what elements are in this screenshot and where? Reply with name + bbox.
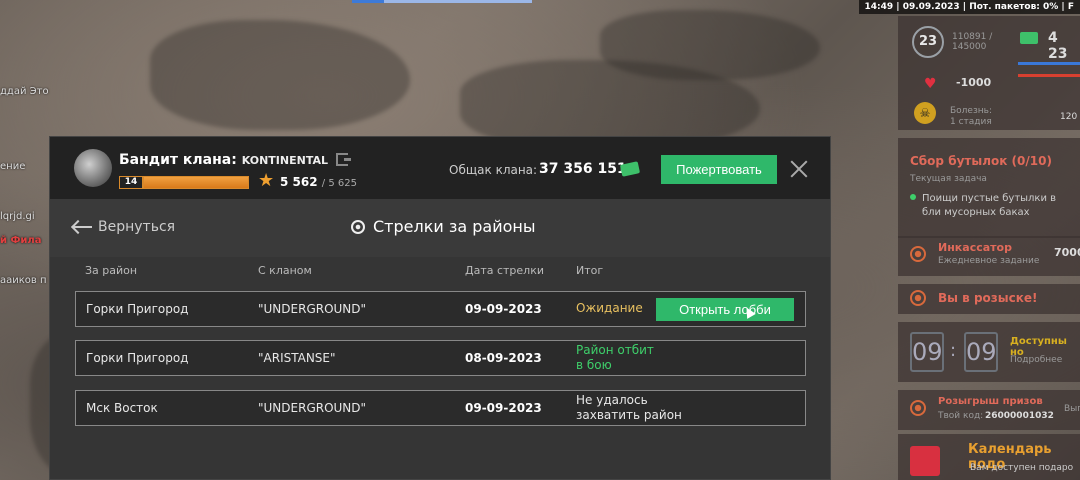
column-header-date: Дата стрелки <box>465 264 545 277</box>
treasury-value: 37 356 151 <box>539 161 627 177</box>
collector-task[interactable]: Инкассатор Ежедневное задание 7000 <box>898 236 1080 276</box>
timer-minutes: 09 <box>964 332 998 372</box>
player-level: 23 <box>912 26 944 58</box>
row-date: 09-09-2023 <box>465 302 542 316</box>
quest-panel[interactable]: Сбор бутылок (0/10) Текущая задача Поищи… <box>898 138 1080 238</box>
timer-panel: 09 : 09 Доступны но Подробнее <box>898 322 1080 382</box>
row-clan: "UNDERGROUND" <box>258 401 367 415</box>
column-header-result: Итог <box>576 264 604 277</box>
quest-subtitle: Текущая задача <box>910 174 987 184</box>
money-icon <box>619 161 641 177</box>
prizes-extra: Вып <box>1064 404 1080 414</box>
clan-avatar <box>74 149 112 187</box>
row-clan: "ARISTANSE" <box>258 351 336 365</box>
prizes-panel[interactable]: Розыгрыш призов Твой код: 26000001032 Вы… <box>898 390 1080 430</box>
back-arrow-icon <box>72 220 92 234</box>
collector-subtitle: Ежедневное задание <box>938 256 1040 266</box>
player-money: 4 23 <box>1048 30 1068 62</box>
disease-stage: 1 стадия <box>950 117 992 127</box>
top-progress-line-light <box>384 0 532 3</box>
column-header-clan: С кланом <box>258 264 312 277</box>
health-bar <box>1018 62 1080 65</box>
row-district: Мск Восток <box>86 401 158 415</box>
quest-desc: Поищи пустые бутылки в бли мусорных бака… <box>922 193 1057 218</box>
row-status: Район отбит в бою <box>576 343 654 372</box>
wanted-title: Вы в розыске! <box>938 291 1038 305</box>
clan-xp-fill <box>144 177 248 188</box>
disease-value: 120 <box>1060 112 1078 122</box>
wanted-icon <box>910 290 926 306</box>
wanted-panel[interactable]: Вы в розыске! <box>898 284 1080 314</box>
calendar-sub: Вам доступен подаро <box>970 463 1074 473</box>
timer-hours: 09 <box>910 332 944 372</box>
money-icon <box>1020 32 1038 44</box>
clan-level-badge: 14 <box>119 176 143 189</box>
crosshair-icon <box>351 220 365 234</box>
collector-icon <box>910 246 926 262</box>
hunger-bar <box>1018 74 1080 77</box>
chat-line: lqrjd.gi <box>0 211 35 222</box>
chat-line: ддай Это <box>0 86 49 97</box>
back-button[interactable]: Вернуться <box>72 219 175 235</box>
collector-title: Инкассатор <box>938 241 1012 254</box>
star-icon: ★ <box>258 170 275 191</box>
subheader: Вернуться Стрелки за районы <box>50 199 830 257</box>
gift-icon <box>910 446 940 476</box>
quest-bullet-icon <box>910 194 916 200</box>
panel-header: Бандит клана: KONTINENTAL 14 ★ 5 562 / 5… <box>50 137 830 199</box>
back-label: Вернуться <box>98 219 176 235</box>
disease-label: Болезнь: <box>950 106 992 116</box>
clan-name: KONTINENTAL <box>241 154 328 167</box>
prizes-code-label: Твой код: <box>938 411 984 421</box>
table-row: Горки Пригород "UNDERGROUND" 09-09-2023 … <box>75 291 806 327</box>
close-icon[interactable] <box>789 159 809 179</box>
treasury-label: Общак клана: <box>449 163 538 177</box>
prizes-icon <box>910 400 926 416</box>
hud-stats: 23 110891 / 145000 4 23 ♥ -1000 ☠ Болезн… <box>898 16 1080 130</box>
clan-war-panel: Бандит клана: KONTINENTAL 14 ★ 5 562 / 5… <box>49 136 831 480</box>
row-status: Не удалось захватить район <box>576 393 682 422</box>
timer-separator: : <box>950 340 957 361</box>
row-district: Горки Пригород <box>86 351 189 365</box>
health-change: -1000 <box>956 76 992 89</box>
table-row: Мск Восток "UNDERGROUND" 09-09-2023 Не у… <box>75 390 806 426</box>
clan-label: Бандит клана: <box>119 152 237 168</box>
clan-xp-current: 5 562 <box>280 175 318 189</box>
prizes-title: Розыгрыш призов <box>938 396 1043 407</box>
clan-xp-bar <box>143 176 249 189</box>
skull-icon: ☠ <box>914 102 936 124</box>
prizes-code: 26000001032 <box>985 411 1054 421</box>
player-xp: 110891 / 145000 <box>952 32 993 52</box>
clan-xp-value: 5 562 / 5 625 <box>280 175 357 189</box>
column-header-district: За район <box>85 264 138 277</box>
quest-title: Сбор бутылок (0/10) <box>910 154 1052 168</box>
row-status: Ожидание <box>576 301 643 315</box>
calendar-panel[interactable]: Календарь подо Вам доступен подаро <box>898 434 1080 480</box>
heart-icon: ♥ <box>924 76 937 92</box>
leave-clan-icon[interactable] <box>336 153 351 166</box>
status-bar: 14:49 | 09.09.2023 | Пот. пакетов: 0% | … <box>858 0 1080 14</box>
row-date: 08-09-2023 <box>465 351 542 365</box>
table-row: Горки Пригород "ARISTANSE" 08-09-2023 Ра… <box>75 340 806 376</box>
chat-line: ааиков п <box>0 275 47 286</box>
open-lobby-button[interactable]: Открыть лобби <box>656 298 794 321</box>
right-hud: 23 110891 / 145000 4 23 ♥ -1000 ☠ Болезн… <box>898 14 1080 480</box>
chat-line: й Фила <box>0 235 42 246</box>
section-title: Стрелки за районы <box>373 217 536 236</box>
donate-button[interactable]: Пожертвовать <box>661 155 777 184</box>
clan-xp-max: / 5 625 <box>321 178 357 189</box>
row-district: Горки Пригород <box>86 302 189 316</box>
row-clan: "UNDERGROUND" <box>258 302 367 316</box>
available-sub[interactable]: Подробнее <box>1010 355 1062 365</box>
clan-title: Бандит клана: KONTINENTAL <box>119 152 328 168</box>
collector-value: 7000 <box>1054 246 1080 259</box>
chat-line: ение <box>0 161 26 172</box>
row-date: 09-09-2023 <box>465 401 542 415</box>
